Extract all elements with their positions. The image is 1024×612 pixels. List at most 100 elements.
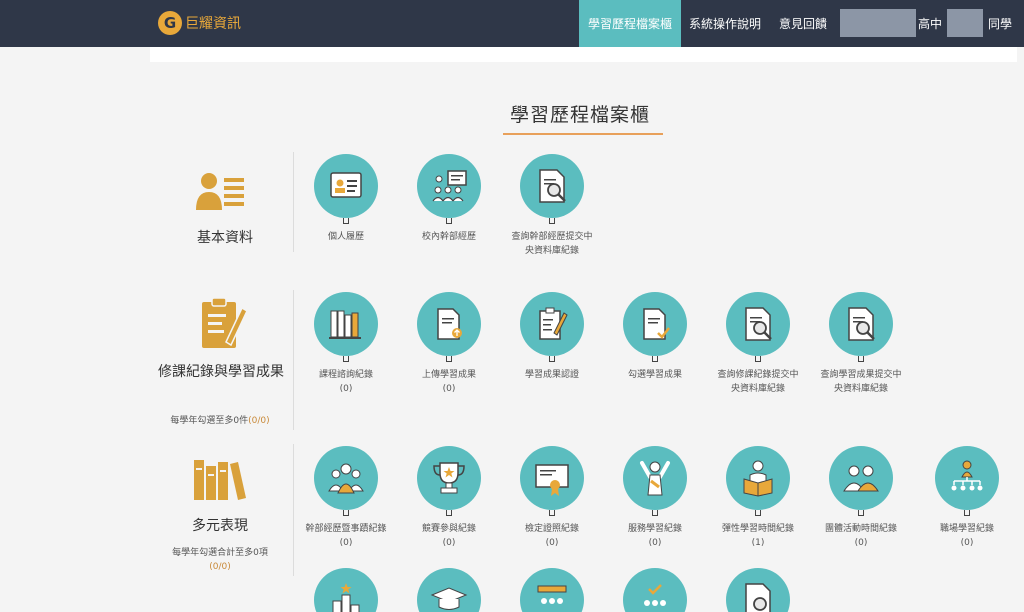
document-search-icon (726, 568, 790, 612)
item-label: 學習成果認證 (524, 370, 579, 380)
item-count: (0) (339, 538, 353, 548)
item-label: 團體活動時間紀錄 (824, 524, 897, 534)
item-query-results-submission[interactable]: 查詢學習成果提交中央資料庫紀錄 (811, 292, 911, 396)
item-count: (0) (960, 538, 974, 548)
item-query-cadre-submission[interactable]: 查詢幹部經歷提交中央資料庫紀錄 (502, 154, 602, 258)
item-label: 競賽參與紀錄 (421, 524, 476, 534)
graduation-cap-icon (417, 568, 481, 612)
section-divider (293, 444, 294, 576)
nav-link-feedback[interactable]: 意見回饋 (779, 15, 827, 32)
item-partial-row[interactable] (399, 568, 499, 612)
top-navbar: G 巨耀資訊 學習歷程檔案櫃 系統操作說明 意見回饋 高中 同學 (0, 0, 1024, 47)
section-label-basic: 基本資料 (197, 230, 253, 246)
item-upload-results[interactable]: 上傳學習成果 (0) (399, 292, 499, 396)
icon-stand (343, 510, 349, 516)
redacted-school-name (840, 9, 916, 37)
item-workplace-learning[interactable]: 職場學習紀錄 (0) (917, 446, 1017, 550)
clipboard-pen-icon (520, 292, 584, 356)
icon-stand (652, 356, 658, 362)
item-partial-row[interactable] (708, 568, 808, 612)
item-course-consultation[interactable]: 課程諮詢紀錄 (0) (296, 292, 396, 396)
item-count: (0) (442, 384, 456, 394)
podium-stars-icon (314, 568, 378, 612)
student-suffix: 同學 (988, 17, 1013, 31)
clipboard-pencil-icon (202, 297, 248, 348)
item-count: (0) (442, 538, 456, 548)
org-chart-icon (935, 446, 999, 510)
logo[interactable]: G 巨耀資訊 (158, 11, 241, 35)
icon-stand (652, 510, 658, 516)
cheering-person-icon (623, 446, 687, 510)
item-label: 勾選學習成果 (627, 370, 682, 380)
item-label: 個人履歷 (327, 232, 364, 242)
presentation-icon (520, 568, 584, 612)
item-select-results[interactable]: 勾選學習成果 (605, 292, 705, 382)
item-label: 服務學習紀錄 (627, 524, 682, 534)
group-icon (829, 446, 893, 510)
document-search-icon (829, 292, 893, 356)
note-text: 每學年勾選合計至多0項 (172, 548, 268, 558)
item-label: 查詢修課紀錄提交中央資料庫紀錄 (717, 370, 799, 394)
item-partial-row[interactable] (502, 568, 602, 612)
item-partial-row[interactable] (296, 568, 396, 612)
item-competition-records[interactable]: 競賽參與紀錄 (0) (399, 446, 499, 550)
item-label: 幹部經歷暨事蹟紀錄 (305, 524, 387, 534)
item-cadre-records[interactable]: 幹部經歷暨事蹟紀錄 (0) (296, 446, 396, 550)
note-text: 每學年勾選至多0件 (170, 416, 249, 426)
id-card-icon (314, 154, 378, 218)
books-shelf-icon (194, 460, 246, 500)
item-query-course-submission[interactable]: 查詢修課紀錄提交中央資料庫紀錄 (708, 292, 808, 396)
icon-stand (858, 356, 864, 362)
nav-tab-portfolio[interactable]: 學習歷程檔案櫃 (579, 0, 681, 47)
trophy-icon (417, 446, 481, 510)
icon-stand (343, 218, 349, 224)
page-title: 學習歷程檔案櫃 (509, 104, 650, 126)
note-count: (0/0) (248, 416, 270, 426)
document-check-icon (623, 292, 687, 356)
item-results-certification[interactable]: 學習成果認證 (502, 292, 602, 382)
group-board-icon (417, 154, 481, 218)
section-note-diverse: 每學年勾選合計至多0項 (0/0) (150, 546, 290, 574)
team-icon (314, 446, 378, 510)
section-label-diverse: 多元表現 (192, 518, 248, 534)
item-count: (0) (648, 538, 662, 548)
icon-stand (755, 510, 761, 516)
content-header-strip (150, 47, 1017, 62)
item-label: 課程諮詢紀錄 (318, 370, 373, 380)
nav-link-guide[interactable]: 系統操作說明 (689, 15, 761, 32)
item-count: (1) (751, 538, 765, 548)
icon-stand (446, 510, 452, 516)
group-check-icon (623, 568, 687, 612)
item-count: (0) (545, 538, 559, 548)
item-label: 彈性學習時間紀錄 (721, 524, 794, 534)
icon-stand (549, 356, 555, 362)
icon-stand (343, 356, 349, 362)
school-suffix: 高中 (918, 17, 943, 31)
item-count: (0) (854, 538, 868, 548)
item-certificate-records[interactable]: 檢定證照紀錄 (0) (502, 446, 602, 550)
icon-stand (446, 218, 452, 224)
icon-stand (549, 218, 555, 224)
item-label: 校內幹部經歷 (421, 232, 476, 242)
item-group-activity[interactable]: 團體活動時間紀錄 (0) (811, 446, 911, 550)
section-note-courses: 每學年勾選至多0件(0/0) (150, 414, 290, 428)
item-label: 職場學習紀錄 (939, 524, 994, 534)
document-search-icon (726, 292, 790, 356)
item-label: 查詢幹部經歷提交中央資料庫紀錄 (511, 232, 593, 256)
icon-stand (549, 510, 555, 516)
item-cadre-experience[interactable]: 校內幹部經歷 (399, 154, 499, 244)
item-label: 上傳學習成果 (421, 370, 476, 380)
section-divider (293, 152, 294, 252)
logo-badge-icon: G (158, 11, 182, 35)
item-service-learning[interactable]: 服務學習紀錄 (0) (605, 446, 705, 550)
item-personal-resume[interactable]: 個人履歷 (296, 154, 396, 244)
item-partial-row[interactable] (605, 568, 705, 612)
title-underline (503, 133, 663, 135)
item-label: 查詢學習成果提交中央資料庫紀錄 (820, 370, 902, 394)
document-search-icon (520, 154, 584, 218)
books-icon (314, 292, 378, 356)
icon-stand (755, 356, 761, 362)
icon-stand (964, 510, 970, 516)
section-label-courses: 修課紀錄與學習成果 (158, 364, 284, 380)
item-flexible-learning[interactable]: 彈性學習時間紀錄 (1) (708, 446, 808, 550)
